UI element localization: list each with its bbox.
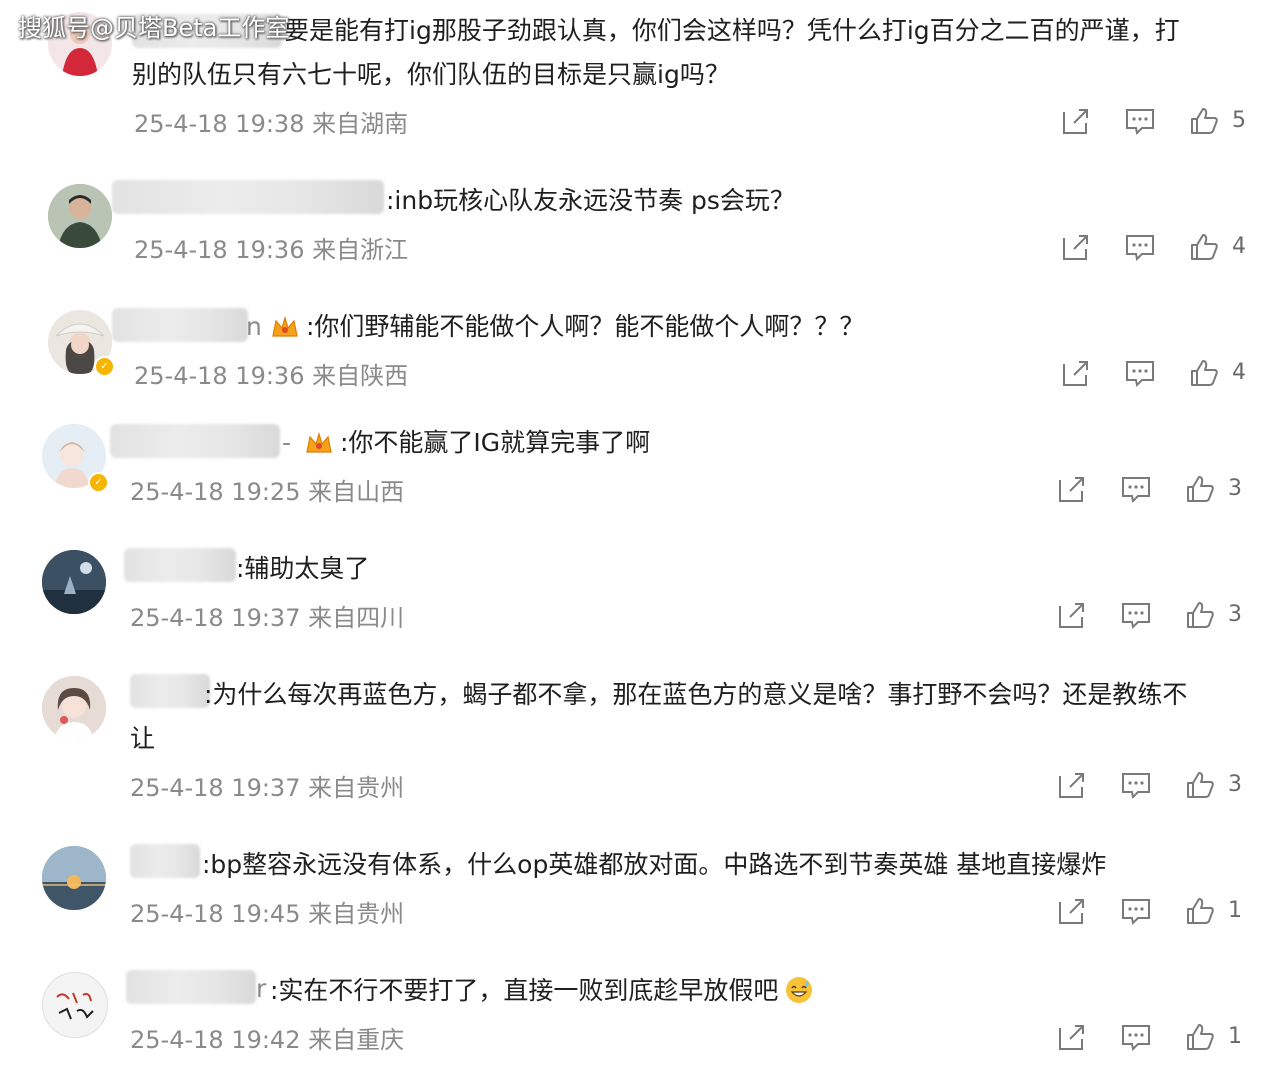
comment-actions: 4 [1060,358,1260,388]
like-thumb-icon[interactable] [1184,1022,1216,1052]
comment-icon[interactable] [1124,358,1156,388]
comment-actions: 3 [1056,474,1256,504]
comment-meta: 25-4-18 19:37 来自贵州 [130,774,405,802]
comment-actions: 3 [1056,770,1256,800]
comment-text: :你们野辅能不能做个人啊？能不能做个人啊？？？ [306,312,865,341]
like-thumb-icon[interactable] [1184,896,1216,926]
like-thumb-icon[interactable] [1188,358,1220,388]
username-redacted [126,970,256,1004]
like-count: 3 [1228,476,1242,501]
comment-icon[interactable] [1120,600,1152,630]
comment-icon[interactable] [1124,106,1156,136]
watermark-text: 搜狐号@贝塔Beta工作室 [18,14,290,42]
share-icon[interactable] [1060,106,1092,136]
avatar[interactable] [42,846,106,910]
share-icon[interactable] [1056,770,1088,800]
username-redacted [130,844,200,878]
like-count: 4 [1232,234,1246,259]
comment-text: :为什么每次再蓝色方，蝎子都不拿，那在蓝色方的意义是啥？事打野不会吗？还是教练不 [204,680,1188,709]
username-fragment: - [282,428,292,457]
like-thumb-icon[interactable] [1184,770,1216,800]
comment-actions: 1 [1056,896,1256,926]
like-count: 5 [1232,108,1246,133]
username-redacted [112,180,384,214]
like-count: 3 [1228,772,1242,797]
comment-text: :inb玩核心队友永远没节奏 ps会玩？ [386,186,795,215]
comment-icon[interactable] [1120,1022,1152,1052]
man-portrait-avatar-icon [48,184,112,248]
comment-actions: 5 [1060,106,1260,136]
share-icon[interactable] [1056,1022,1088,1052]
username-redacted [130,674,210,708]
comment-text: :bp整容永远没有体系，什么op英雄都放对面。中路选不到节奏英雄 基地直接爆炸 [202,850,1107,879]
avatar[interactable] [42,972,108,1038]
username-redacted [124,548,236,582]
verified-badge-icon: ✓ [94,356,115,377]
comment-icon[interactable] [1120,896,1152,926]
verified-badge-icon: ✓ [88,472,109,493]
username-fragment: r [256,974,267,1003]
comment-icon[interactable] [1124,232,1156,262]
like-thumb-icon[interactable] [1184,474,1216,504]
share-icon[interactable] [1056,600,1088,630]
comment-actions: 4 [1060,232,1260,262]
avatar[interactable] [42,550,106,614]
comment-meta: 25-4-18 19:36 来自浙江 [134,236,409,264]
comment-text-line2: 别的队伍只有六七十呢，你们队伍的目标是只赢ig吗？ [132,60,730,89]
username-redacted [110,424,280,458]
night-scene-avatar-icon [42,550,106,614]
sunset-sea-avatar-icon [42,846,106,910]
like-count: 3 [1228,602,1242,627]
comment-text-line2: 让 [130,724,156,753]
share-icon[interactable] [1060,232,1092,262]
share-icon[interactable] [1056,896,1088,926]
comment-text: :实在不行不要打了，直接一败到底趁早放假吧 [270,968,813,1013]
username-fragment: n [246,312,262,341]
comment-meta: 25-4-18 19:37 来自四川 [130,604,405,632]
comment-meta: 25-4-18 19:36 来自陕西 [134,362,409,390]
comment-meta: 25-4-18 19:45 来自贵州 [130,900,405,928]
comment-text: :辅助太臭了 [236,554,370,583]
comment-icon[interactable] [1120,474,1152,504]
like-count: 4 [1232,360,1246,385]
share-icon[interactable] [1056,474,1088,504]
comment-text: :你不能赢了IG就算完事了啊 [340,428,651,457]
crown-badge-icon [272,315,298,337]
like-count: 1 [1228,1024,1242,1049]
username-redacted [112,308,248,342]
avatar[interactable] [42,676,106,740]
grin-sweat-emoji-icon [786,977,813,1003]
anime-girl-avatar-icon [42,676,106,740]
like-thumb-icon[interactable] [1188,232,1220,262]
comment-icon[interactable] [1120,770,1152,800]
comment-meta: 25-4-18 19:38 来自湖南 [134,110,409,138]
crown-badge-icon [306,431,332,453]
avatar[interactable] [48,184,112,248]
handwriting-avatar-icon [43,973,107,1037]
comment-text: 要是能有打ig那股子劲跟认真，你们会这样吗？凭什么打ig百分之二百的严谨，打 [284,16,1180,45]
comment-meta: 25-4-18 19:42 来自重庆 [130,1026,405,1054]
comment-meta: 25-4-18 19:25 来自山西 [130,478,405,506]
like-thumb-icon[interactable] [1188,106,1220,136]
share-icon[interactable] [1060,358,1092,388]
comment-text-content: :实在不行不要打了，直接一败到底趁早放假吧 [270,976,779,1005]
comment-actions: 1 [1056,1022,1256,1052]
comment-actions: 3 [1056,600,1256,630]
like-thumb-icon[interactable] [1184,600,1216,630]
like-count: 1 [1228,898,1242,923]
